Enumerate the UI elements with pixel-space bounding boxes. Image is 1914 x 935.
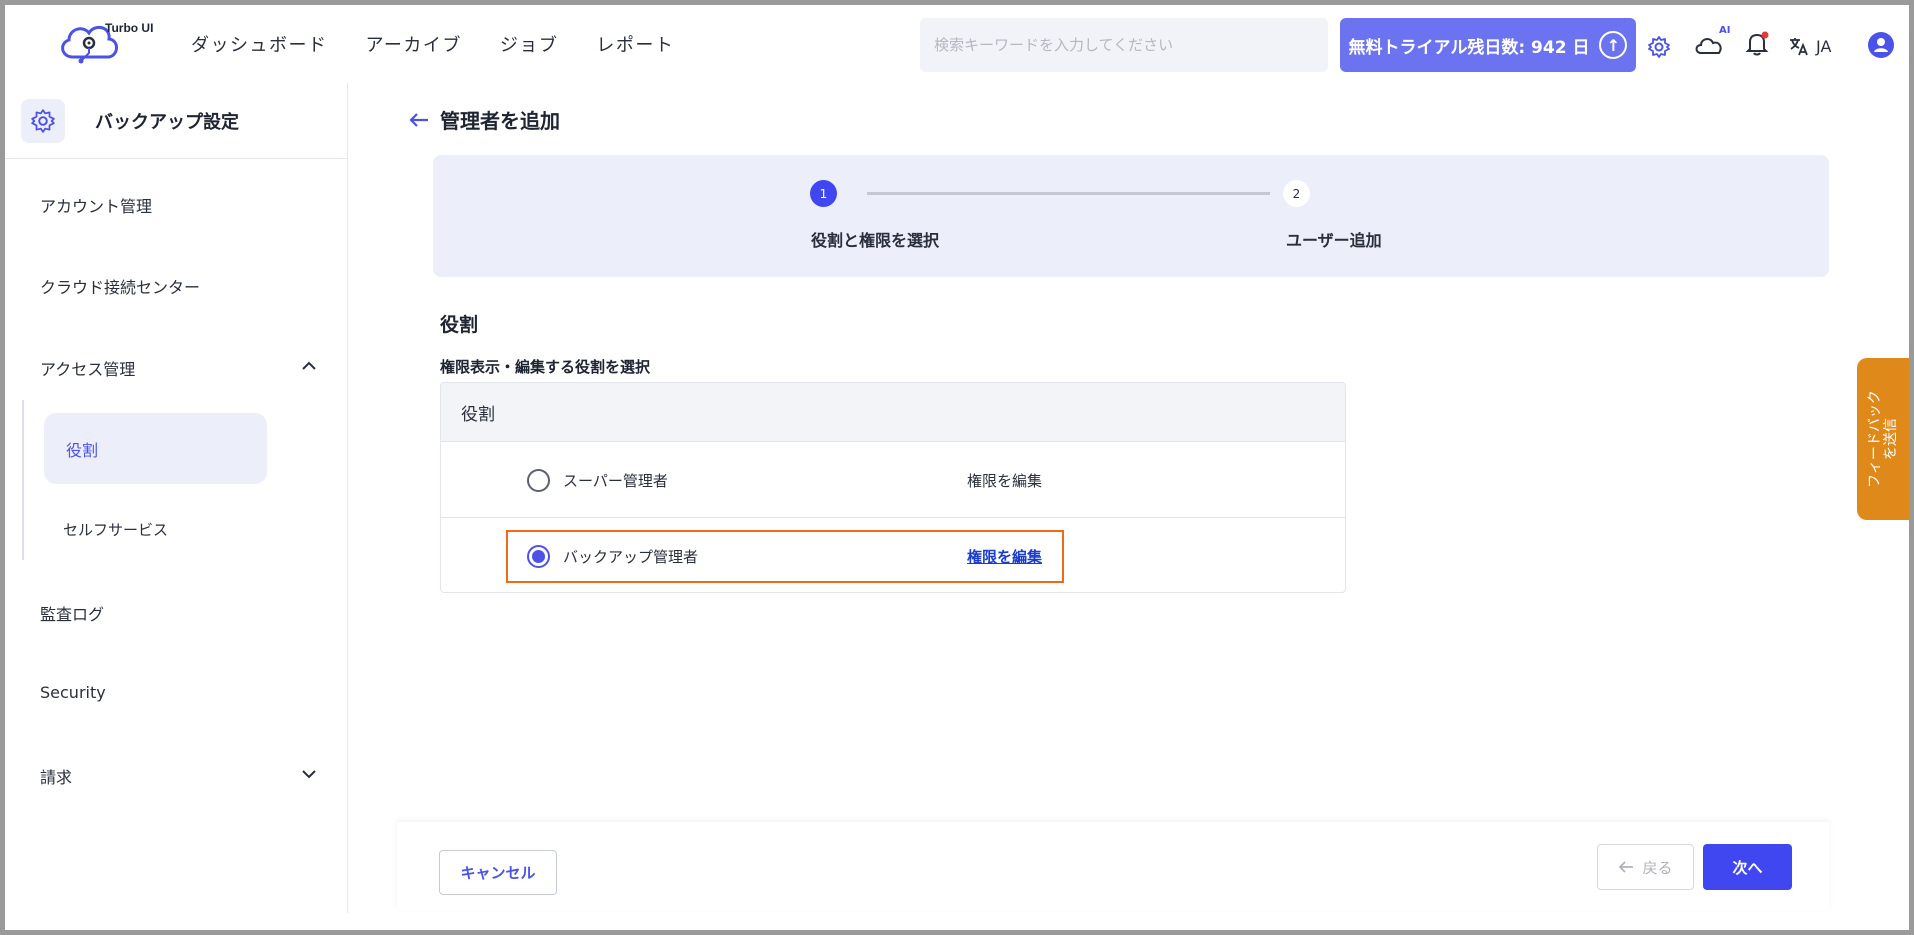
- top-header: Turbo UI ダッシュボード アーカイブ ジョブ レポート 無料トライアル残…: [5, 5, 1909, 83]
- back-button-label: 戻る: [1642, 858, 1673, 877]
- main-nav: ダッシュボード アーカイブ ジョブ レポート: [191, 31, 674, 57]
- next-button[interactable]: 次へ: [1703, 844, 1792, 890]
- back-button[interactable]: 戻る: [1597, 844, 1694, 890]
- step-connector: [867, 192, 1270, 195]
- role-row-backup-admin: バックアップ管理者 権限を編集: [441, 518, 1345, 592]
- user-avatar-icon[interactable]: [1867, 31, 1895, 59]
- role-row-super-admin: スーパー管理者 権限を編集: [441, 442, 1345, 518]
- page-title: 管理者を追加: [440, 109, 560, 133]
- page-header: 管理者を追加: [408, 105, 560, 134]
- section-title: 役割: [440, 314, 479, 336]
- role-radio-super-admin[interactable]: [527, 469, 550, 492]
- cloud-ai-icon[interactable]: [1693, 33, 1725, 57]
- app-name: Turbo UI: [105, 21, 154, 35]
- sidebar-item-account[interactable]: アカウント管理: [40, 193, 152, 217]
- submenu-guide-line: [22, 400, 24, 560]
- feedback-tab[interactable]: フィードバック を送信: [1857, 358, 1909, 520]
- role-radio-backup-admin[interactable]: [527, 545, 550, 568]
- ai-badge: AI: [1719, 25, 1731, 36]
- footer-actions: キャンセル 戻る 次へ: [397, 822, 1829, 910]
- step-1-label: 役割と権限を選択: [811, 231, 940, 250]
- edit-permissions-link[interactable]: 権限を編集: [967, 546, 1042, 567]
- search-input[interactable]: [920, 18, 1328, 72]
- sidebar-item-audit-log[interactable]: 監査ログ: [40, 601, 104, 625]
- edit-permissions-link[interactable]: 権限を編集: [967, 470, 1042, 491]
- sidebar-header: バックアップ設定: [5, 83, 347, 159]
- stepper: 1 2 役割と権限を選択 ユーザー追加: [433, 155, 1829, 277]
- section-subtitle: 権限表示・編集する役割を選択: [440, 358, 651, 376]
- trial-label: 無料トライアル残日数: 942 日: [1348, 37, 1590, 58]
- bell-icon[interactable]: [1745, 31, 1769, 57]
- nav-jobs[interactable]: ジョブ: [500, 31, 559, 57]
- role-table-header: 役割: [441, 383, 1345, 442]
- back-arrow-icon[interactable]: [408, 111, 430, 129]
- feedback-label: フィードバック を送信: [1867, 390, 1899, 488]
- arrow-up-icon: ↑: [1599, 31, 1628, 59]
- chevron-up-icon[interactable]: [301, 360, 317, 372]
- role-name: バックアップ管理者: [563, 548, 699, 566]
- sidebar-item-roles[interactable]: 役割: [44, 413, 267, 484]
- sidebar-item-security[interactable]: Security: [40, 683, 106, 702]
- step-2-label: ユーザー追加: [1286, 231, 1382, 250]
- sidebar-item-self-service[interactable]: セルフサービス: [63, 519, 168, 540]
- sidebar-title: バックアップ設定: [95, 111, 239, 133]
- sidebar: バックアップ設定 アカウント管理 クラウド接続センター アクセス管理 役割 セル…: [5, 83, 348, 913]
- sidebar-item-access[interactable]: アクセス管理: [40, 356, 135, 380]
- nav-dashboard[interactable]: ダッシュボード: [191, 31, 328, 57]
- nav-reports[interactable]: レポート: [596, 31, 674, 57]
- arrow-left-icon: [1619, 861, 1634, 873]
- sidebar-item-roles-label: 役割: [66, 441, 99, 460]
- role-name: スーパー管理者: [563, 472, 668, 490]
- language-switcher[interactable]: JA: [1788, 35, 1831, 57]
- sidebar-item-cloud-connect[interactable]: クラウド接続センター: [40, 274, 200, 298]
- translate-icon: [1790, 38, 1808, 56]
- step-2-indicator: 2: [1283, 180, 1310, 207]
- language-label: JA: [1816, 36, 1832, 56]
- role-table: 役割 スーパー管理者 権限を編集 バックアップ管理者 権限を編集: [440, 382, 1346, 593]
- gear-icon[interactable]: [1647, 35, 1671, 59]
- settings-icon: [21, 98, 65, 143]
- role-table-header-label: 役割: [461, 404, 495, 425]
- step-1-indicator: 1: [810, 180, 837, 207]
- sidebar-item-billing[interactable]: 請求: [40, 764, 72, 788]
- cancel-button[interactable]: キャンセル: [439, 850, 557, 895]
- chevron-down-icon[interactable]: [301, 768, 317, 780]
- trial-upgrade-button[interactable]: 無料トライアル残日数: 942 日 ↑: [1340, 18, 1636, 72]
- nav-archive[interactable]: アーカイブ: [366, 31, 462, 57]
